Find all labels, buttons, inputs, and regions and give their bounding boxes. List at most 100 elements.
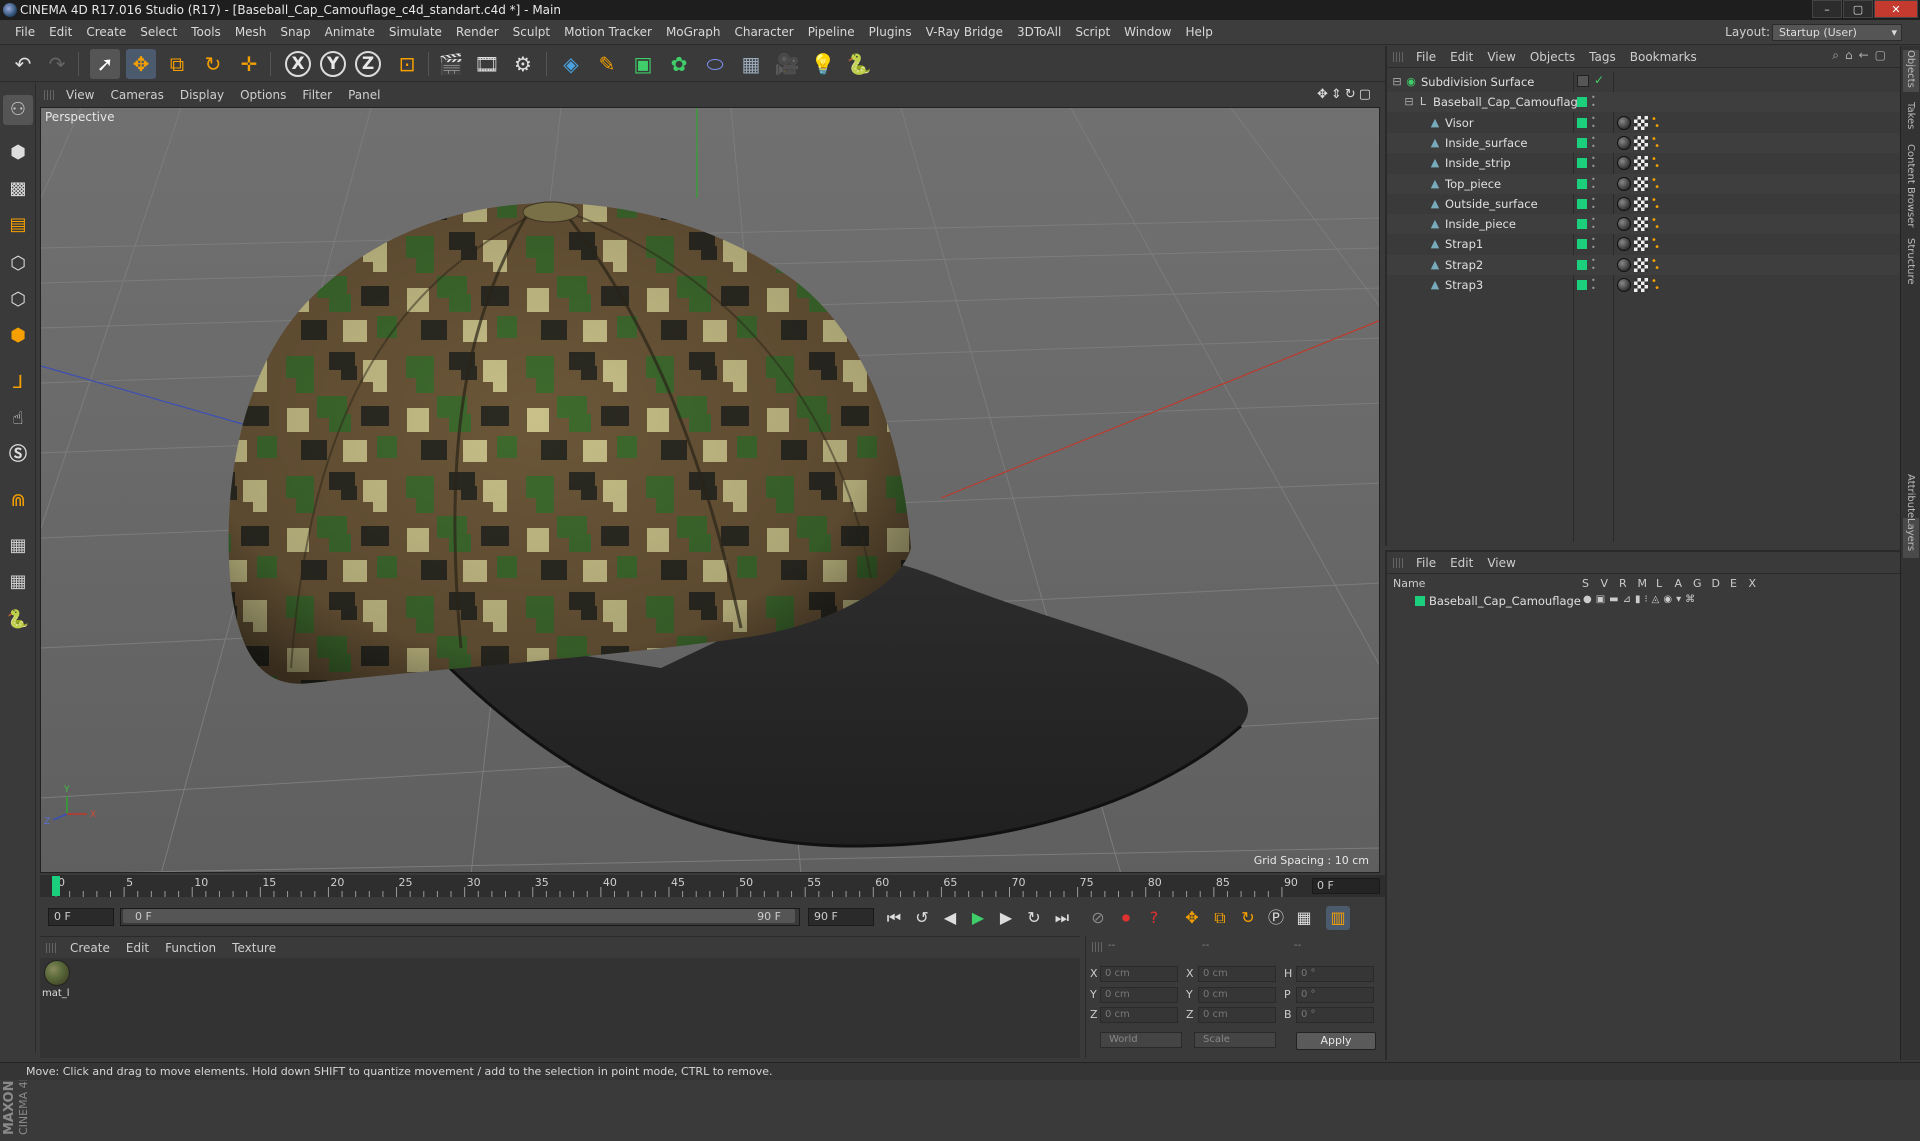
material-menu-function[interactable]: Function	[157, 941, 224, 955]
object-manager-search-icons[interactable]: ⌕⌂←▢	[1832, 48, 1892, 63]
next-key-button[interactable]: ↻	[1022, 906, 1046, 930]
viewport-menu-display[interactable]: Display	[172, 88, 232, 102]
layer-column-d[interactable]: D	[1712, 577, 1720, 590]
dock-tab-content-browser[interactable]: Content Browser	[1903, 144, 1919, 230]
edges-mode-button[interactable]: ⬡	[3, 285, 33, 315]
object-menu-view[interactable]: View	[1480, 50, 1522, 64]
timeline-window-button[interactable]: ▥	[1326, 906, 1350, 930]
object-row[interactable]: ⊟ ◉ Subdivision Surface ✓	[1387, 72, 1902, 92]
size-mode-select[interactable]: Scale	[1194, 1032, 1276, 1048]
key-parameter-button[interactable]: Ⓟ	[1264, 906, 1288, 930]
menu-motion-tracker[interactable]: Motion Tracker	[557, 20, 659, 45]
collapse-toggle-icon[interactable]: ⊟	[1403, 96, 1415, 108]
uvw-tag-icon[interactable]	[1634, 278, 1648, 292]
z-axis-lock-button[interactable]: Z	[355, 51, 381, 77]
menu-mesh[interactable]: Mesh	[228, 20, 274, 45]
rotation-field[interactable]: 0 °	[1296, 966, 1374, 982]
menu-file[interactable]: File	[8, 20, 42, 45]
menu-help[interactable]: Help	[1178, 20, 1219, 45]
next-frame-button[interactable]: ▶	[994, 906, 1018, 930]
menu-pipeline[interactable]: Pipeline	[801, 20, 862, 45]
material-tag-icon[interactable]	[1617, 115, 1631, 130]
deformer-button[interactable]: ⬭	[700, 49, 730, 79]
perspective-viewport[interactable]: Y X Z Perspective Grid Spacing : 10 cm	[40, 107, 1380, 873]
position-field[interactable]: 0 cm	[1100, 1007, 1178, 1023]
model-mode-button[interactable]: ⬢	[3, 138, 33, 168]
tweak-mode-button[interactable]: ☝	[3, 404, 33, 434]
undo-button[interactable]: ↶	[8, 49, 38, 79]
python-script-button[interactable]: 🐍	[844, 49, 874, 79]
menu-create[interactable]: Create	[79, 20, 133, 45]
layer-color-swatch[interactable]	[1577, 280, 1587, 290]
visibility-dots-icon[interactable]: • •	[1591, 216, 1596, 232]
menu-v-ray-bridge[interactable]: V-Ray Bridge	[919, 20, 1010, 45]
layer-row[interactable]: Baseball_Cap_Camouflage ●▣▬⊿▮⁝◬◉▾⌘	[1387, 592, 1902, 610]
material-menu-texture[interactable]: Texture	[224, 941, 284, 955]
uvw-tag-icon[interactable]	[1634, 217, 1648, 232]
object-name[interactable]: Top_piece	[1445, 177, 1501, 191]
layer-column-g[interactable]: G	[1693, 577, 1702, 590]
object-name[interactable]: Strap1	[1445, 237, 1483, 251]
layer-color-swatch[interactable]	[1415, 596, 1425, 606]
object-menu-bookmarks[interactable]: Bookmarks	[1623, 50, 1704, 64]
menu-sculpt[interactable]: Sculpt	[506, 20, 557, 45]
object-name[interactable]: Inside_strip	[1445, 156, 1511, 170]
object-row[interactable]: ⊟ L Baseball_Cap_Camouflage • •	[1387, 92, 1902, 113]
object-menu-objects[interactable]: Objects	[1523, 50, 1582, 64]
dock-tab-layers[interactable]: Layers	[1903, 518, 1919, 558]
menu-plugins[interactable]: Plugins	[862, 20, 919, 45]
object-name[interactable]: Strap2	[1445, 258, 1483, 272]
layer-color-swatch[interactable]	[1577, 239, 1587, 250]
y-axis-lock-button[interactable]: Y	[320, 51, 346, 77]
floor-scene-button[interactable]: ▦	[736, 49, 766, 79]
object-name[interactable]: Baseball_Cap_Camouflage	[1433, 95, 1585, 109]
layer-column-v[interactable]: V	[1601, 577, 1609, 590]
uvw-tag-icon[interactable]	[1634, 196, 1648, 211]
object-row[interactable]: ▲ Inside_piece • • • •	[1387, 214, 1902, 235]
axis-mode-button[interactable]: ⅃	[3, 368, 33, 398]
uvw-tag-icon[interactable]	[1634, 257, 1648, 272]
position-field[interactable]: 0 cm	[1100, 966, 1178, 982]
current-frame-field[interactable]: 0 F	[1312, 878, 1380, 894]
menu-simulate[interactable]: Simulate	[382, 20, 449, 45]
layout-dropdown[interactable]: Startup (User)	[1772, 24, 1902, 41]
size-field[interactable]: 0 cm	[1198, 966, 1276, 982]
material-thumbnail[interactable]	[44, 960, 70, 986]
select-tool-button[interactable]: ➚	[90, 49, 120, 79]
object-row[interactable]: ▲ Strap2 • • • •	[1387, 254, 1902, 275]
points-mode-button[interactable]: ⬡	[3, 249, 33, 279]
layer-color-swatch[interactable]	[1577, 219, 1587, 230]
visibility-dots-icon[interactable]: • •	[1591, 94, 1596, 110]
object-menu-file[interactable]: File	[1409, 50, 1443, 64]
polygons-mode-button[interactable]: ⬢	[3, 321, 33, 351]
material-tag-icon[interactable]	[1617, 135, 1631, 150]
layer-column-name[interactable]: Name	[1393, 577, 1425, 590]
mograph-cloner-button[interactable]: ✿	[664, 49, 694, 79]
keyframe-selection-button[interactable]: ?	[1142, 906, 1166, 930]
previous-frame-button[interactable]: ◀	[938, 906, 962, 930]
camera-button[interactable]: 🎥	[772, 49, 802, 79]
viewport-menu-options[interactable]: Options	[232, 88, 294, 102]
object-row[interactable]: ▲ Visor • • • •	[1387, 113, 1902, 133]
render-settings-button[interactable]: ⚙	[508, 49, 538, 79]
visibility-dots-icon[interactable]: • •	[1591, 134, 1596, 151]
visibility-dots-icon[interactable]: • •	[1591, 195, 1596, 212]
layer-color-swatch[interactable]	[1577, 137, 1587, 148]
uvw-tag-icon[interactable]	[1634, 176, 1648, 191]
maximize-button[interactable]: ▢	[1843, 0, 1873, 18]
make-editable-button[interactable]: ⚇	[3, 95, 33, 125]
enabled-check-icon[interactable]: ✓	[1594, 73, 1604, 87]
menu-window[interactable]: Window	[1117, 20, 1178, 45]
material-tag-icon[interactable]	[1617, 176, 1631, 191]
phong-tag-icon[interactable]: • •	[1651, 155, 1661, 172]
dock-tab-takes[interactable]: Takes	[1903, 102, 1919, 138]
layer-menu-view[interactable]: View	[1480, 556, 1522, 570]
visibility-dots-icon[interactable]: • •	[1591, 155, 1596, 171]
rotation-field[interactable]: 0 °	[1296, 1007, 1374, 1023]
coordinate-system-button[interactable]: ⊡	[392, 49, 422, 79]
close-button[interactable]: ✕	[1874, 0, 1918, 18]
rotation-field[interactable]: 0 °	[1296, 986, 1374, 1003]
material-tag-icon[interactable]	[1617, 196, 1631, 211]
layer-color-swatch[interactable]	[1577, 198, 1587, 209]
key-position-button[interactable]: ✥	[1180, 906, 1204, 930]
